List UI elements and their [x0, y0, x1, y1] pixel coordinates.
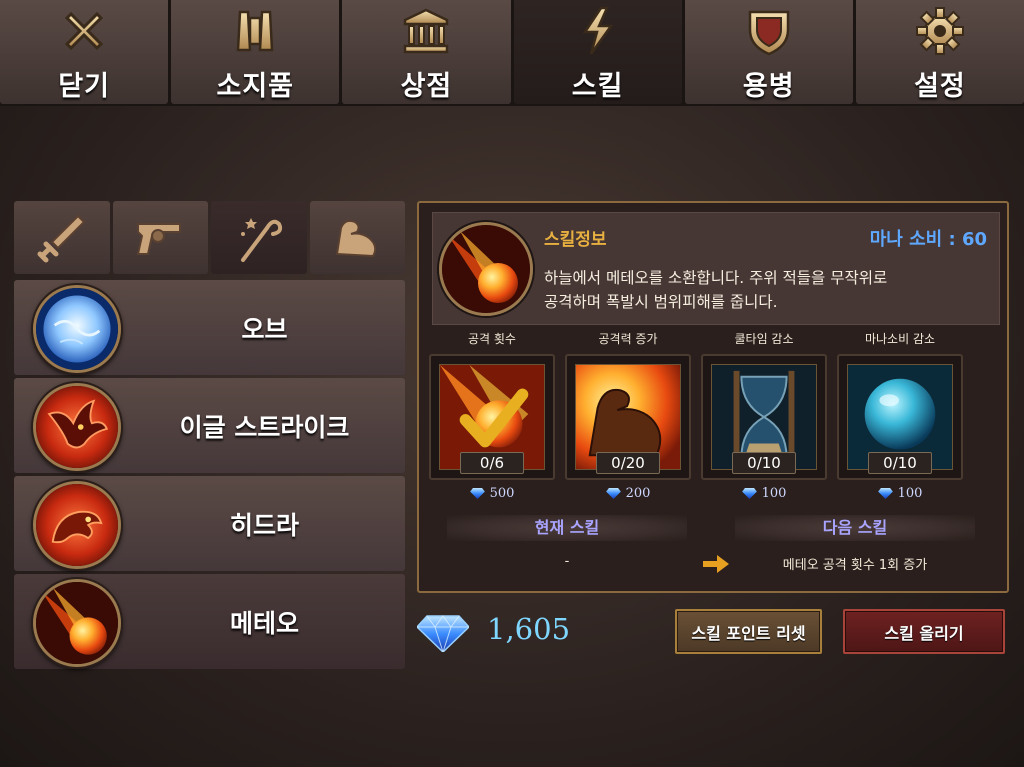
upgrade-cost-value: 100 [761, 486, 787, 501]
inventory-icon [224, 2, 286, 60]
tab-label: 설정 [914, 71, 966, 102]
skill-name: 메테오 [229, 608, 299, 638]
skill-list: 오브 이글 스트라이크 히드라 메테오 [14, 280, 405, 672]
category-magic-button[interactable] [211, 201, 307, 274]
upgrade-frame: 0/10 [701, 354, 827, 480]
description-line: 하늘에서 메테오를 소환합니다. 주위 적들을 무작위로 [544, 269, 888, 287]
tab-shop[interactable]: 상점 [342, 0, 511, 104]
skill-item-hydra[interactable]: 히드라 [14, 476, 405, 571]
current-skill-header: 현재 스킬 [447, 515, 687, 541]
upgrade-cost: 100 [701, 486, 827, 501]
tab-close[interactable]: 닫기 [0, 0, 169, 104]
upgrade-frame: 0/10 [837, 354, 963, 480]
gear-icon [909, 2, 971, 60]
skill-category-bar [14, 201, 405, 274]
tab-label: 닫기 [58, 71, 110, 102]
skill-info-title: 스킬정보 [544, 230, 607, 250]
tab-label: 용병 [742, 71, 795, 102]
upgrade-level: 0/6 [460, 452, 524, 474]
gem-icon [417, 615, 469, 652]
tab-mercenary[interactable]: 용병 [684, 0, 853, 104]
gem-balance: 1,605 [487, 612, 571, 646]
gem-icon [605, 488, 621, 499]
upgrade-frame: 0/6 [429, 354, 555, 480]
description-line: 공격하며 폭발시 범위피해를 줍니다. [544, 293, 778, 311]
tab-inventory[interactable]: 소지품 [171, 0, 340, 104]
tab-label: 스킬 [571, 71, 624, 102]
tab-settings[interactable]: 설정 [855, 0, 1024, 104]
skill-description: 하늘에서 메테오를 소환합니다. 주위 적들을 무작위로 공격하며 폭발시 범위… [544, 266, 984, 314]
upgrade-level: 0/20 [596, 452, 660, 474]
skill-detail-panel: 스킬정보 마나 소비 : 60 하늘에서 메테오를 소환합니다. 주위 적들을 … [417, 201, 1009, 593]
category-melee-button[interactable] [14, 201, 110, 274]
current-skill-value: - [564, 554, 570, 569]
skill-name: 히드라 [229, 510, 299, 540]
hydra-skill-icon [33, 481, 121, 569]
upgrade-level: 0/10 [732, 452, 796, 474]
skill-name: 오브 [241, 314, 288, 344]
next-skill-header: 다음 스킬 [735, 515, 975, 541]
sword-icon [37, 214, 86, 262]
magic-staff-icon [240, 217, 282, 262]
top-tab-bar: 닫기 소지품 상점 스킬 용병 설정 [0, 0, 1024, 106]
upgrade-cost-value: 200 [625, 486, 651, 501]
upgrade-label: 공격 횟수 [468, 332, 516, 346]
orb-skill-icon [33, 285, 121, 373]
skill-upgrade-button[interactable]: 스킬 올리기 [843, 609, 1005, 654]
upgrade-cost: 500 [429, 486, 555, 501]
gem-icon [877, 488, 893, 499]
next-skill-value: 메테오 공격 횟수 1회 증가 [782, 558, 928, 573]
meteor-skill-icon [439, 222, 533, 316]
skill-point-reset-button[interactable]: 스킬 포인트 리셋 [675, 609, 822, 654]
mana-cost: 마나 소비 : 60 [869, 229, 987, 250]
category-ranged-button[interactable] [112, 201, 208, 274]
gem-icon [741, 488, 757, 499]
category-strength-button[interactable] [309, 201, 405, 274]
tab-skill[interactable]: 스킬 [513, 0, 682, 104]
upgrade-label: 공격력 증가 [598, 332, 658, 346]
close-icon [53, 2, 115, 60]
mercenary-shield-icon [738, 2, 800, 60]
skill-icon [567, 2, 629, 60]
upgrade-cooldown[interactable]: 쿨타임 감소 0/10 100 [701, 330, 827, 501]
skill-info-box: 스킬정보 마나 소비 : 60 하늘에서 메테오를 소환합니다. 주위 적들을 … [432, 212, 1000, 325]
upgrade-frame: 0/20 [565, 354, 691, 480]
gem-icon [469, 488, 485, 499]
upgrade-attack-power[interactable]: 공격력 증가 0/20 200 [565, 330, 691, 501]
meteor-skill-icon [33, 579, 121, 667]
upgrade-cost: 100 [837, 486, 963, 501]
upgrade-cost: 200 [565, 486, 691, 501]
upgrade-options: 공격 횟수 0/6 500 공격력 증가 0/20 200 쿨타임 감소 0/1… [429, 330, 1001, 501]
tab-label: 상점 [400, 71, 453, 102]
skill-name: 이글 스트라이크 [179, 412, 350, 442]
skill-item-meteor[interactable]: 메테오 [14, 574, 405, 669]
upgrade-cost-value: 100 [897, 486, 923, 501]
upgrade-mana-cost[interactable]: 마나소비 감소 0/10 100 [837, 330, 963, 501]
upgrade-level: 0/10 [868, 452, 932, 474]
skill-item-orb[interactable]: 오브 [14, 280, 405, 375]
revolver-icon [137, 222, 182, 255]
upgrade-attack-count[interactable]: 공격 횟수 0/6 500 [429, 330, 555, 501]
muscle-arm-icon [336, 219, 377, 257]
shop-icon [395, 2, 457, 60]
upgrade-label: 마나소비 감소 [864, 332, 936, 346]
upgrade-cost-value: 500 [489, 486, 515, 501]
arrow-right-icon [703, 555, 729, 573]
tab-label: 소지품 [216, 71, 295, 102]
upgrade-label: 쿨타임 감소 [734, 332, 794, 346]
skill-item-eagle-strike[interactable]: 이글 스트라이크 [14, 378, 405, 473]
eagle-skill-icon [33, 383, 121, 471]
